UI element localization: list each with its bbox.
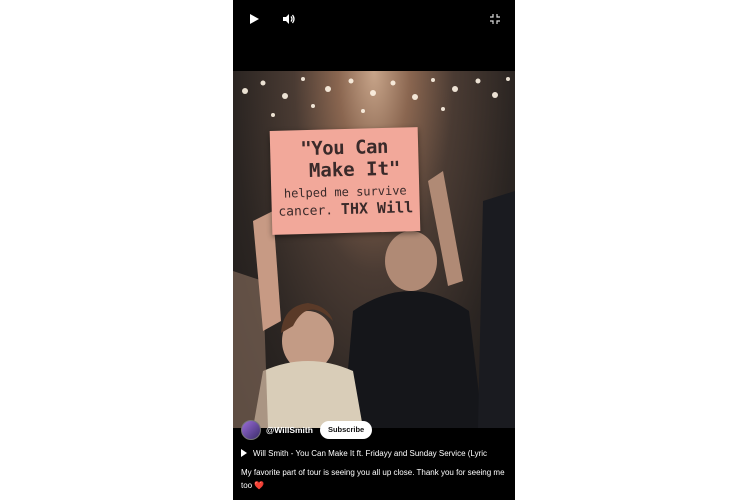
handwritten-sign: "You Can Make It" helped me survive canc… [269, 127, 421, 235]
sign-line-4a: cancer. [278, 203, 334, 220]
heart-emoji: ❤️ [254, 481, 265, 490]
channel-avatar[interactable] [241, 420, 261, 440]
play-icon [250, 14, 259, 24]
play-button[interactable] [243, 8, 265, 30]
video-frame[interactable]: "You Can Make It" helped me survive canc… [233, 71, 515, 428]
sign-line-2: Make It" [308, 157, 401, 182]
channel-row: @WillSmith Subscribe [241, 420, 373, 440]
exit-fullscreen-icon [490, 14, 500, 24]
video-caption: My favorite part of tour is seeing you a… [241, 466, 507, 492]
exit-fullscreen-button[interactable] [484, 8, 506, 30]
song-title: Will Smith - You Can Make It ft. Fridayy… [253, 448, 488, 458]
crowd-silhouettes [233, 171, 515, 428]
subscribe-button[interactable]: Subscribe [319, 421, 373, 439]
caption-text: My favorite part of tour is seeing you a… [241, 468, 505, 490]
volume-button[interactable] [278, 8, 300, 30]
sign-line-4b: THX Will [340, 198, 414, 219]
music-play-icon [241, 449, 247, 457]
volume-icon [283, 14, 295, 24]
channel-handle[interactable]: @WillSmith [266, 425, 313, 435]
song-link[interactable]: Will Smith - You Can Make It ft. Fridayy… [241, 446, 511, 460]
shorts-player: "You Can Make It" helped me survive canc… [233, 0, 515, 500]
sign-line-1: "You Can [300, 135, 389, 161]
sign-line-4: cancer. THX Will [278, 198, 414, 221]
